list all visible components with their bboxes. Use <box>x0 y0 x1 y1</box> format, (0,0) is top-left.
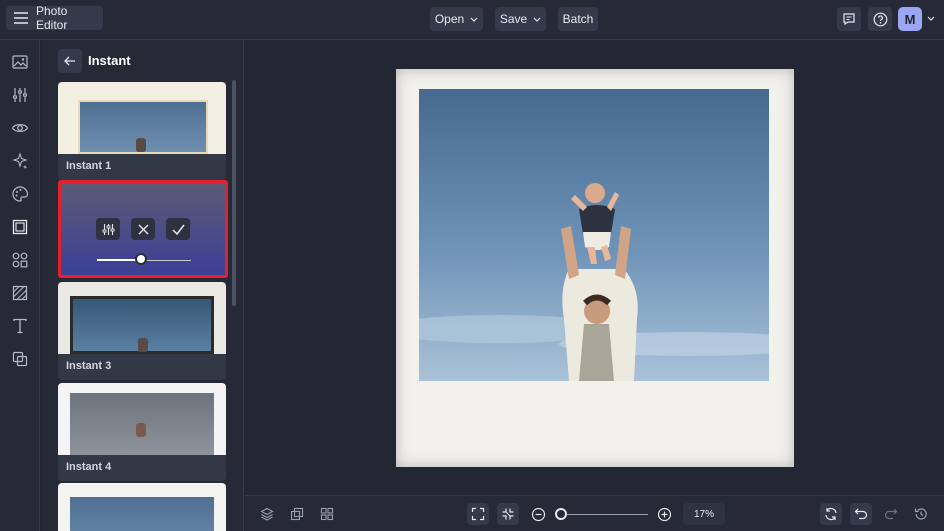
app-title: Photo Editor <box>36 4 68 32</box>
back-button[interactable] <box>58 49 82 73</box>
thumbnail-image <box>58 383 226 455</box>
zoom-out-button[interactable] <box>527 503 549 525</box>
palette-icon[interactable] <box>11 185 29 203</box>
save-menu-button[interactable]: Save <box>495 7 546 31</box>
panel-title: Instant <box>88 53 131 68</box>
duplicate-button[interactable] <box>286 503 308 525</box>
chevron-down-icon <box>470 17 478 22</box>
eye-icon[interactable] <box>11 119 29 137</box>
thumbnail-label: Instant 1 <box>58 154 226 180</box>
undo-button[interactable] <box>850 503 872 525</box>
panel-scrollbar[interactable] <box>232 80 236 306</box>
adjustments-icon[interactable] <box>11 86 29 104</box>
thumbnail-label: Instant 4 <box>58 455 226 481</box>
history-icon <box>914 507 928 521</box>
zoom-in-icon <box>657 507 672 522</box>
frame-settings-button[interactable] <box>96 218 120 240</box>
help-icon <box>873 12 888 27</box>
editor-canvas[interactable] <box>245 40 944 495</box>
photo-content <box>419 89 769 381</box>
avatar[interactable]: M <box>898 7 922 31</box>
duplicate-icon <box>290 507 304 521</box>
sliders-icon <box>102 223 115 236</box>
thumbnail-label: Instant 3 <box>58 354 226 380</box>
zoom-percentage[interactable]: 17% <box>683 503 725 525</box>
compress-icon <box>501 507 515 521</box>
fit-to-screen-button[interactable] <box>467 503 489 525</box>
text-icon[interactable] <box>11 317 29 335</box>
frames-panel: Instant Instant 1 Instant 3 Instant 4 <box>41 40 244 531</box>
apply-button[interactable] <box>166 218 190 240</box>
account-chevron-down-icon[interactable] <box>927 16 935 21</box>
open-label: Open <box>434 12 465 26</box>
zoom-slider-track[interactable] <box>562 514 648 515</box>
chevron-down-icon <box>533 17 541 22</box>
batch-button[interactable]: Batch <box>558 7 598 31</box>
frame-thumbnail-instant-4[interactable]: Instant 4 <box>58 383 226 481</box>
actual-size-button[interactable] <box>497 503 519 525</box>
expand-icon <box>471 507 485 521</box>
help-button[interactable] <box>868 7 892 31</box>
comments-button[interactable] <box>837 7 861 31</box>
grid-button[interactable] <box>316 503 338 525</box>
zoom-out-icon <box>531 507 546 522</box>
undo-icon <box>854 507 868 521</box>
hamburger-menu-icon <box>14 12 28 24</box>
arrow-left-icon <box>64 56 76 66</box>
frame-thumbnail-instant-3[interactable]: Instant 3 <box>58 282 226 380</box>
batch-label: Batch <box>562 12 594 26</box>
checkmark-icon <box>171 224 185 235</box>
thumbnail-image <box>58 82 226 154</box>
thumbnail-image <box>58 483 226 531</box>
instant-frame-photo[interactable] <box>396 69 794 467</box>
replace-image-button[interactable] <box>820 503 842 525</box>
redo-button[interactable] <box>880 503 902 525</box>
close-icon <box>138 224 149 235</box>
grid-icon <box>320 507 334 521</box>
texture-icon[interactable] <box>11 284 29 302</box>
frame-thumbnail-next[interactable] <box>58 483 226 531</box>
intensity-slider-handle[interactable] <box>135 253 148 265</box>
top-toolbar: Photo Editor Open Save Batch M <box>0 0 944 40</box>
redo-icon <box>884 507 898 521</box>
save-label: Save <box>499 12 528 26</box>
app-menu-button[interactable]: Photo Editor <box>6 4 103 32</box>
open-menu-button[interactable]: Open <box>430 7 483 31</box>
image-icon[interactable] <box>11 53 29 71</box>
cancel-button[interactable] <box>131 218 155 240</box>
zoom-slider-handle[interactable] <box>555 508 567 520</box>
layers-button[interactable] <box>256 503 278 525</box>
history-button[interactable] <box>910 503 932 525</box>
comments-icon <box>842 12 856 26</box>
tool-rail <box>0 40 40 531</box>
frame-icon[interactable] <box>11 218 29 236</box>
refresh-icon <box>824 507 838 521</box>
frame-thumbnail-instant-1[interactable]: Instant 1 <box>58 82 226 180</box>
selected-frame-controls <box>58 180 228 278</box>
overlay-icon[interactable] <box>11 350 29 368</box>
zoom-in-button[interactable] <box>653 503 675 525</box>
layers-icon <box>260 507 274 521</box>
graphics-icon[interactable] <box>11 251 29 269</box>
thumbnail-image <box>58 282 226 354</box>
bottom-toolbar: 17% <box>245 495 944 531</box>
sparkle-effects-icon[interactable] <box>11 152 29 170</box>
